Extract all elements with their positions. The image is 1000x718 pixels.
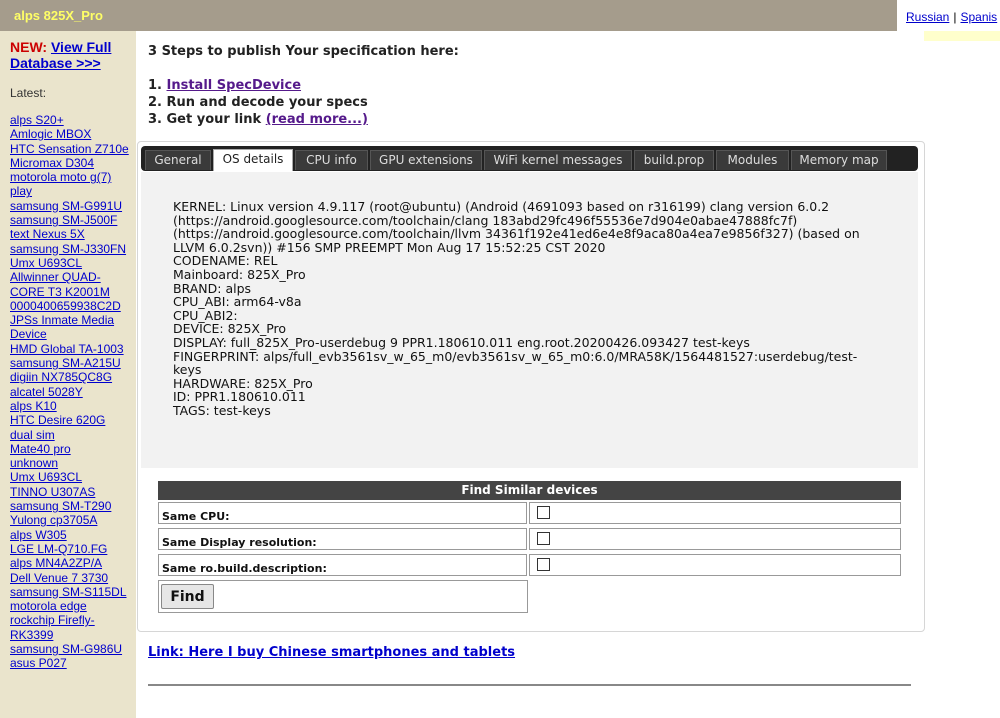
device-link[interactable]: HMD Global TA-1003 <box>10 342 134 356</box>
os-tags: TAGS: test-keys <box>173 402 271 418</box>
device-link[interactable]: alps MN4A2ZP/A <box>10 556 134 570</box>
device-link[interactable]: Amlogic MBOX <box>10 127 134 141</box>
install-specdevice-link[interactable]: Install SpecDevice <box>167 78 302 93</box>
step-2: 2. Run and decode your specs <box>148 95 368 110</box>
horizontal-divider <box>148 684 911 686</box>
device-link[interactable]: alcatel 5028Y <box>10 385 134 399</box>
os-details-text: KERNEL: Linux version 4.9.117 (root@ubun… <box>173 200 873 418</box>
device-link[interactable]: asus P027 <box>10 656 134 670</box>
os-id: ID: PPR1.180610.011 <box>173 389 306 405</box>
lang-separator: | <box>953 10 957 24</box>
os-brand: BRAND: alps <box>173 280 252 296</box>
same-build-label: Same ro.build.description: <box>158 554 527 576</box>
device-link[interactable]: Dell Venue 7 3730 <box>10 571 134 585</box>
read-more-link[interactable]: (read more...) <box>266 112 368 127</box>
step-3-prefix: 3. Get your link <box>148 112 262 127</box>
device-link[interactable]: motorola moto g(7) play <box>10 170 134 199</box>
device-link[interactable]: Umx U693CL <box>10 470 134 484</box>
device-link[interactable]: Umx U693CL <box>10 256 134 270</box>
device-link[interactable]: HTC Sensation Z710e <box>10 142 134 156</box>
buy-chinese-smartphones-link[interactable]: Link: Here I buy Chinese smartphones and… <box>148 645 515 660</box>
os-details-content: KERNEL: Linux version 4.9.117 (root@ubun… <box>141 172 918 468</box>
os-mainboard: Mainboard: 825X_Pro <box>173 266 306 282</box>
device-link[interactable]: samsung SM-T290 <box>10 499 134 513</box>
device-link[interactable]: Micromax D304 <box>10 156 134 170</box>
new-label: NEW: <box>10 39 48 55</box>
tab-wifi-kernel-messages[interactable]: WiFi kernel messages <box>484 150 632 170</box>
step-1: 1. Install SpecDevice <box>148 78 301 93</box>
os-fingerprint: FINGERPRINT: alps/full_evb3561sv_w_65_m0… <box>173 348 858 378</box>
tab-bar: General OS details CPU info GPU extensio… <box>141 146 918 171</box>
same-build-cell <box>529 554 901 576</box>
top-bar: alps 825X_Pro <box>0 0 1000 31</box>
latest-device-list: alps S20+ Amlogic MBOX HTC Sensation Z71… <box>10 113 134 671</box>
steps-title: 3 Steps to publish Your specification he… <box>148 44 459 59</box>
device-link[interactable]: rockchip Firefly-RK3399 <box>10 613 134 642</box>
os-cpu-abi: CPU_ABI: arm64-v8a <box>173 294 302 310</box>
device-link[interactable]: samsung SM-G986U <box>10 642 134 656</box>
same-cpu-cell <box>529 502 901 524</box>
tab-general[interactable]: General <box>145 150 211 170</box>
device-link[interactable]: JPSs Inmate Media Device <box>10 313 134 342</box>
find-button[interactable]: Find <box>161 584 214 609</box>
device-link[interactable]: alps S20+ <box>10 113 134 127</box>
os-device: DEVICE: 825X_Pro <box>173 321 287 337</box>
device-link[interactable]: dual sim <box>10 428 134 442</box>
device-link[interactable]: samsung SM-S115DL <box>10 585 134 599</box>
same-display-cell <box>529 528 901 550</box>
device-link[interactable]: alps W305 <box>10 528 134 542</box>
lang-russian-link[interactable]: Russian <box>906 10 949 24</box>
device-link[interactable]: Mate40 pro <box>10 442 134 456</box>
device-link[interactable]: alps K10 <box>10 399 134 413</box>
device-link[interactable]: samsung SM-A215U <box>10 356 134 370</box>
device-link[interactable]: samsung SM-J500F <box>10 213 134 227</box>
step-3: 3. Get your link (read more...) <box>148 112 368 127</box>
os-cpu-abi2: CPU_ABI2: <box>173 307 238 323</box>
language-strip <box>924 31 1000 41</box>
device-link[interactable]: text Nexus 5X <box>10 227 134 241</box>
same-display-label: Same Display resolution: <box>158 528 527 550</box>
tab-gpu-extensions[interactable]: GPU extensions <box>370 150 482 170</box>
device-link[interactable]: 0000400659938C2D <box>10 299 134 313</box>
same-cpu-label: Same CPU: <box>158 502 527 524</box>
device-link[interactable]: unknown <box>10 456 134 470</box>
device-link[interactable]: samsung SM-J330FN <box>10 242 134 256</box>
tab-memory-map[interactable]: Memory map <box>791 150 887 170</box>
device-link[interactable]: HTC Desire 620G <box>10 413 134 427</box>
buy-link-row: Link: Here I buy Chinese smartphones and… <box>148 645 515 660</box>
device-link[interactable]: motorola edge <box>10 599 134 613</box>
lang-spanish-link[interactable]: Spanis <box>960 10 997 24</box>
os-codename: CODENAME: REL <box>173 253 278 269</box>
find-similar-header: Find Similar devices <box>158 481 901 500</box>
tab-build-prop[interactable]: build.prop <box>634 150 714 170</box>
os-display: DISPLAY: full_825X_Pro-userdebug 9 PPR1.… <box>173 334 750 350</box>
device-link[interactable]: Allwinner QUAD-CORE T3 K2001M <box>10 270 134 299</box>
same-cpu-checkbox[interactable] <box>537 506 550 519</box>
latest-label: Latest: <box>10 86 47 100</box>
find-button-cell: Find <box>158 580 528 613</box>
page-title: alps 825X_Pro <box>14 8 103 23</box>
tab-os-details[interactable]: OS details <box>213 149 293 171</box>
os-kernel: KERNEL: Linux version 4.9.117 (root@ubun… <box>173 199 860 255</box>
tab-cpu-info[interactable]: CPU info <box>295 150 368 170</box>
device-link[interactable]: Yulong cp3705A <box>10 513 134 527</box>
step-1-prefix: 1. <box>148 78 162 93</box>
device-link[interactable]: samsung SM-G991U <box>10 199 134 213</box>
sidebar: NEW: View Full Database >>> Latest: alps… <box>0 31 136 718</box>
same-build-checkbox[interactable] <box>537 558 550 571</box>
device-link[interactable]: LGE LM-Q710.FG <box>10 542 134 556</box>
device-link[interactable]: digiin NX785QC8G <box>10 370 134 384</box>
language-switcher: Russian | Spanis <box>897 0 1000 31</box>
new-database-notice: NEW: View Full Database >>> <box>10 39 130 71</box>
tab-modules[interactable]: Modules <box>716 150 789 170</box>
os-hardware: HARDWARE: 825X_Pro <box>173 375 313 391</box>
device-link[interactable]: TINNO U307AS <box>10 485 134 499</box>
same-display-checkbox[interactable] <box>537 532 550 545</box>
